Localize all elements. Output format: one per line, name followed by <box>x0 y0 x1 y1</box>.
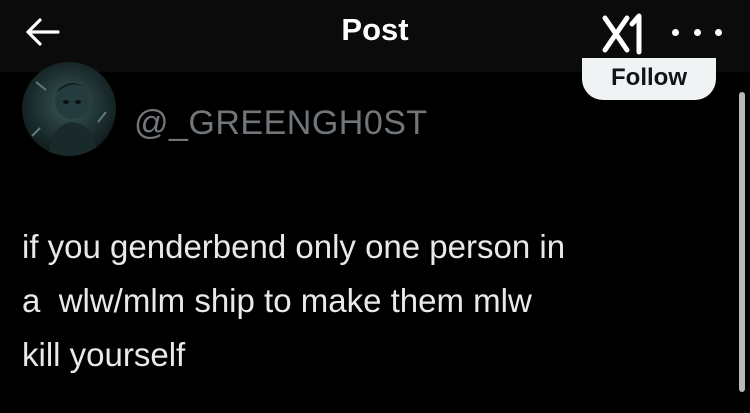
tweet-line: kill yourself <box>22 336 186 373</box>
more-dots-icon <box>672 28 679 36</box>
xl-logo-button[interactable] <box>596 12 658 56</box>
scrollbar[interactable] <box>739 92 745 392</box>
avatar[interactable] <box>22 62 116 156</box>
more-options-button[interactable] <box>672 22 722 42</box>
tweet-text: if you genderbend only one person in a w… <box>22 220 722 382</box>
tweet-line: a wlw/mlm ship to make them mlw <box>22 282 532 319</box>
avatar-image <box>31 81 107 156</box>
tweet-line: if you genderbend only one person in <box>22 228 566 265</box>
author-handle[interactable]: @_GREENGH0ST <box>134 104 428 143</box>
xl-logo-icon <box>602 13 642 55</box>
follow-button[interactable]: Follow <box>582 58 716 100</box>
